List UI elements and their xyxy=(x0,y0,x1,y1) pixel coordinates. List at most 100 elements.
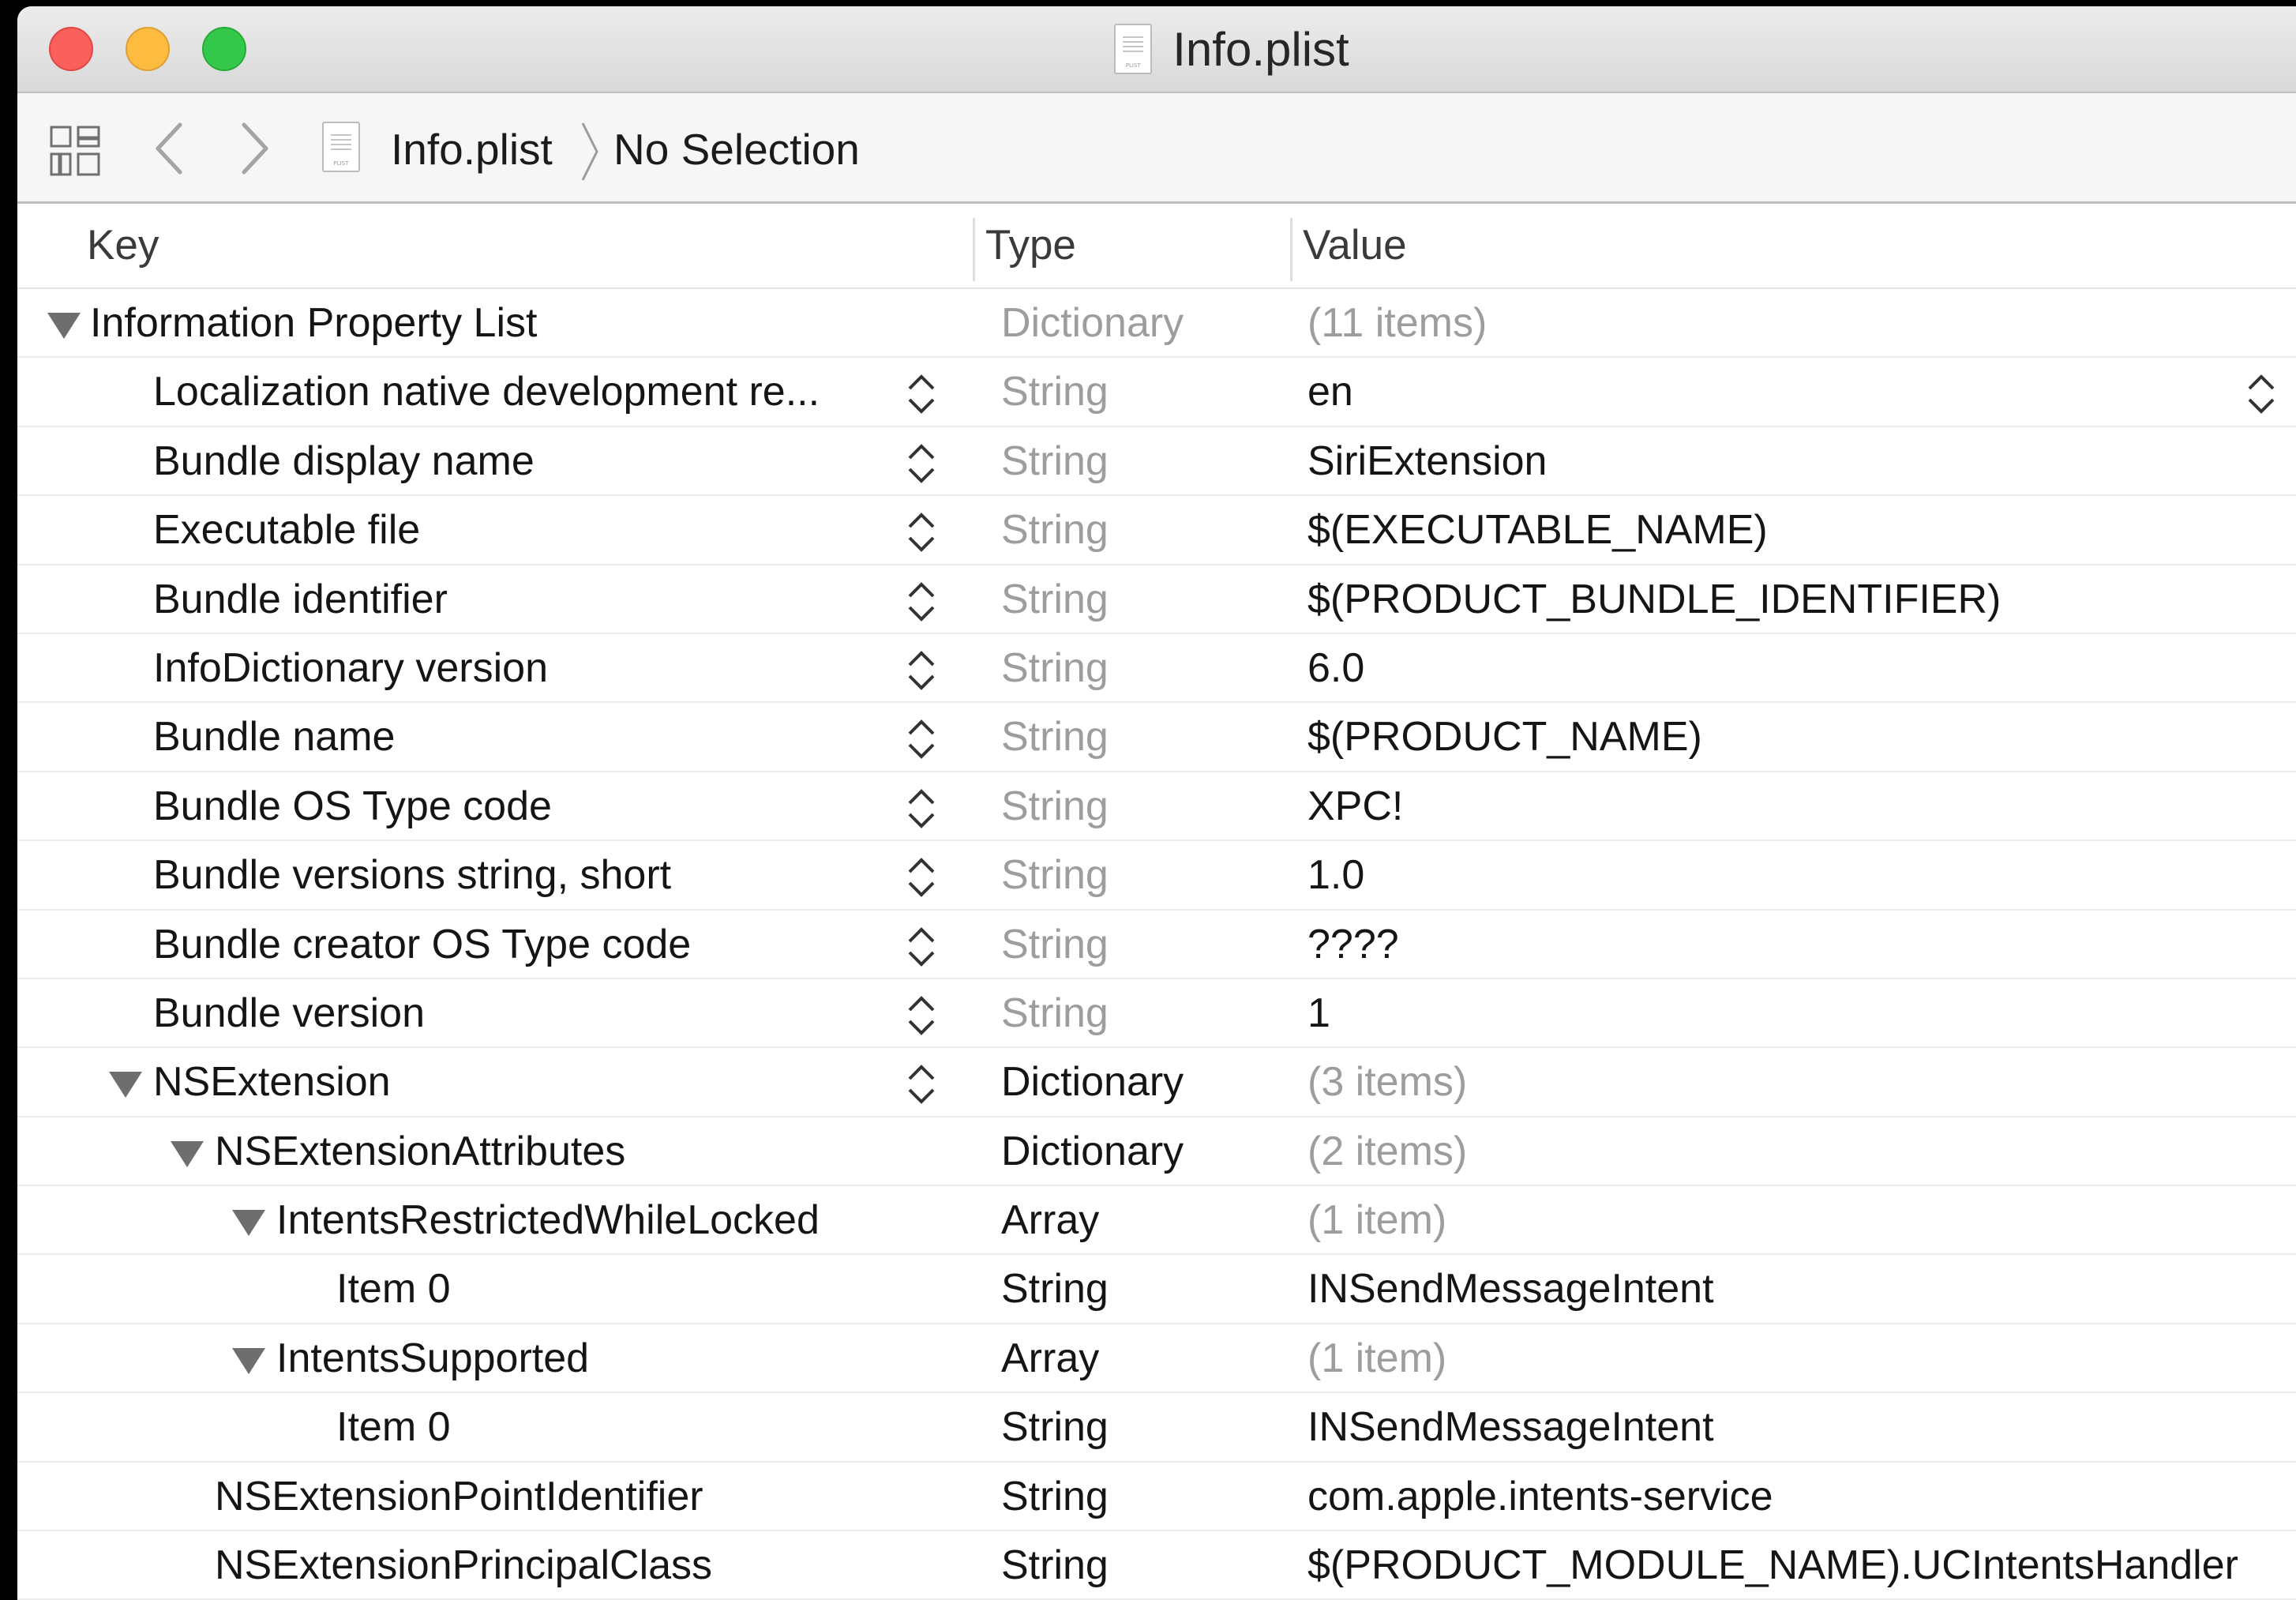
up-down-stepper-icon[interactable] xyxy=(904,855,939,900)
row-key[interactable]: Bundle creator OS Type code xyxy=(153,911,691,979)
up-down-stepper-icon[interactable] xyxy=(904,580,939,624)
row-type[interactable]: Array xyxy=(1001,1324,1099,1393)
column-divider[interactable] xyxy=(1290,218,1292,281)
row-type[interactable]: String xyxy=(1001,358,1109,426)
row-type[interactable]: Dictionary xyxy=(1001,1117,1184,1186)
column-header-value[interactable]: Value xyxy=(1303,204,1407,287)
row-value[interactable]: $(PRODUCT_BUNDLE_IDENTIFIER) xyxy=(1307,565,2001,634)
disclosure-triangle-icon[interactable] xyxy=(171,1140,204,1167)
up-down-stepper-icon[interactable] xyxy=(904,717,939,761)
row-value[interactable]: SiriExtension xyxy=(1307,427,1547,496)
disclosure-triangle-icon[interactable] xyxy=(232,1347,265,1374)
up-down-stepper-icon[interactable] xyxy=(904,372,939,416)
up-down-stepper-icon[interactable] xyxy=(904,648,939,693)
table-row[interactable]: Bundle display name String SiriExtension xyxy=(17,427,2296,497)
property-list-rows: Information Property List Dictionary (11… xyxy=(17,289,2296,1600)
up-down-stepper-icon[interactable] xyxy=(904,441,939,486)
table-row[interactable]: Executable file String $(EXECUTABLE_NAME… xyxy=(17,496,2296,565)
row-value[interactable]: $(PRODUCT_NAME) xyxy=(1307,703,1702,772)
row-type[interactable]: Array xyxy=(1001,1186,1099,1255)
row-key[interactable]: NSExtensionPointIdentifier xyxy=(215,1463,703,1531)
row-value[interactable]: 1.0 xyxy=(1307,841,1364,910)
row-type[interactable]: String xyxy=(1001,1531,1109,1600)
column-header-type[interactable]: Type xyxy=(985,204,1076,287)
table-row[interactable]: NSExtensionAttributes Dictionary (2 item… xyxy=(17,1117,2296,1187)
disclosure-triangle-icon[interactable] xyxy=(47,313,81,339)
row-value[interactable]: $(PRODUCT_MODULE_NAME).UCIntentsHandler xyxy=(1307,1531,2238,1600)
chevron-right-icon[interactable] xyxy=(234,120,274,177)
row-type[interactable]: String xyxy=(1001,634,1109,703)
row-key[interactable]: Bundle version xyxy=(153,979,425,1048)
row-type[interactable]: String xyxy=(1001,703,1109,772)
row-key[interactable]: NSExtensionPrincipalClass xyxy=(215,1531,712,1600)
row-key[interactable]: IntentsSupported xyxy=(276,1324,589,1393)
row-key[interactable]: Bundle OS Type code xyxy=(153,772,552,841)
row-type[interactable]: String xyxy=(1001,772,1109,841)
row-value[interactable]: INSendMessageIntent xyxy=(1307,1255,1714,1324)
breadcrumb-separator-icon xyxy=(581,122,598,181)
table-row[interactable]: IntentsRestrictedWhileLocked Array (1 it… xyxy=(17,1186,2296,1256)
table-row[interactable]: Bundle version String 1 xyxy=(17,979,2296,1049)
column-divider[interactable] xyxy=(973,218,975,281)
breadcrumb-selection[interactable]: No Selection xyxy=(613,123,860,175)
table-row[interactable]: InfoDictionary version String 6.0 xyxy=(17,634,2296,704)
row-type[interactable]: Dictionary xyxy=(1001,1048,1184,1117)
table-row[interactable]: Bundle identifier String $(PRODUCT_BUNDL… xyxy=(17,565,2296,634)
row-value[interactable]: INSendMessageIntent xyxy=(1307,1393,1714,1462)
row-value[interactable]: 1 xyxy=(1307,979,1330,1048)
up-down-stepper-icon[interactable] xyxy=(904,787,939,831)
row-type[interactable]: String xyxy=(1001,427,1109,496)
table-row[interactable]: Bundle creator OS Type code String ???? xyxy=(17,911,2296,979)
row-key: Item 0 xyxy=(336,1266,451,1313)
row-value[interactable]: 6.0 xyxy=(1307,634,1364,703)
up-down-stepper-icon[interactable] xyxy=(904,925,939,969)
row-type[interactable]: String xyxy=(1001,979,1109,1048)
row-key[interactable]: Bundle versions string, short xyxy=(153,841,671,910)
breadcrumb-file[interactable]: Info.plist xyxy=(391,123,553,175)
row-value[interactable]: en xyxy=(1307,358,1353,426)
row-value[interactable]: ???? xyxy=(1307,911,1399,979)
row-key[interactable]: NSExtensionAttributes xyxy=(215,1117,625,1186)
disclosure-triangle-icon[interactable] xyxy=(109,1072,142,1099)
chevron-left-icon[interactable] xyxy=(150,120,189,177)
row-type[interactable]: String xyxy=(1001,565,1109,634)
table-row[interactable]: Item 0 String INSendMessageIntent xyxy=(17,1255,2296,1324)
row-value[interactable]: XPC! xyxy=(1307,772,1403,841)
row-value: (3 items) xyxy=(1307,1059,1468,1106)
table-row[interactable]: Item 0 String INSendMessageIntent xyxy=(17,1393,2296,1463)
row-key[interactable]: NSExtension xyxy=(153,1048,391,1117)
table-row[interactable]: NSExtensionPrincipalClass String $(PRODU… xyxy=(17,1531,2296,1600)
row-type[interactable]: String xyxy=(1001,1463,1109,1531)
table-row[interactable]: NSExtensionPointIdentifier String com.ap… xyxy=(17,1463,2296,1532)
window-title-group: Info.plist xyxy=(17,6,2296,92)
row-key[interactable]: InfoDictionary version xyxy=(153,634,548,703)
table-row[interactable]: Localization native development re... St… xyxy=(17,358,2296,427)
table-row[interactable]: Bundle versions string, short String 1.0 xyxy=(17,841,2296,911)
row-key[interactable]: IntentsRestrictedWhileLocked xyxy=(276,1186,820,1255)
disclosure-triangle-icon[interactable] xyxy=(232,1210,265,1237)
row-type[interactable]: String xyxy=(1001,496,1109,565)
column-header-key[interactable]: Key xyxy=(87,204,159,287)
row-type[interactable]: String xyxy=(1001,1255,1109,1324)
table-row[interactable]: Bundle name String $(PRODUCT_NAME) xyxy=(17,703,2296,772)
row-key[interactable]: Bundle identifier xyxy=(153,565,448,634)
row-key[interactable]: Executable file xyxy=(153,496,420,565)
xcode-window: Info.plist Info.plist No Selection xyxy=(17,6,2296,1600)
row-type[interactable]: String xyxy=(1001,911,1109,979)
table-row[interactable]: IntentsSupported Array (1 item) xyxy=(17,1324,2296,1394)
table-row[interactable]: Information Property List Dictionary (11… xyxy=(17,289,2296,359)
row-value[interactable]: com.apple.intents-service xyxy=(1307,1463,1773,1531)
row-type[interactable]: String xyxy=(1001,841,1109,910)
row-key[interactable]: Bundle display name xyxy=(153,427,535,496)
table-row[interactable]: Bundle OS Type code String XPC! xyxy=(17,772,2296,842)
row-type[interactable]: String xyxy=(1001,1393,1109,1462)
table-row[interactable]: NSExtension Dictionary (3 items) xyxy=(17,1048,2296,1117)
up-down-stepper-icon[interactable] xyxy=(904,1062,939,1106)
up-down-stepper-icon[interactable] xyxy=(2244,372,2279,416)
up-down-stepper-icon[interactable] xyxy=(904,510,939,554)
row-key[interactable]: Bundle name xyxy=(153,703,395,772)
up-down-stepper-icon[interactable] xyxy=(904,993,939,1038)
related-items-grid-icon[interactable] xyxy=(49,125,101,177)
row-key[interactable]: Localization native development re... xyxy=(153,358,820,426)
row-value[interactable]: $(EXECUTABLE_NAME) xyxy=(1307,496,1768,565)
